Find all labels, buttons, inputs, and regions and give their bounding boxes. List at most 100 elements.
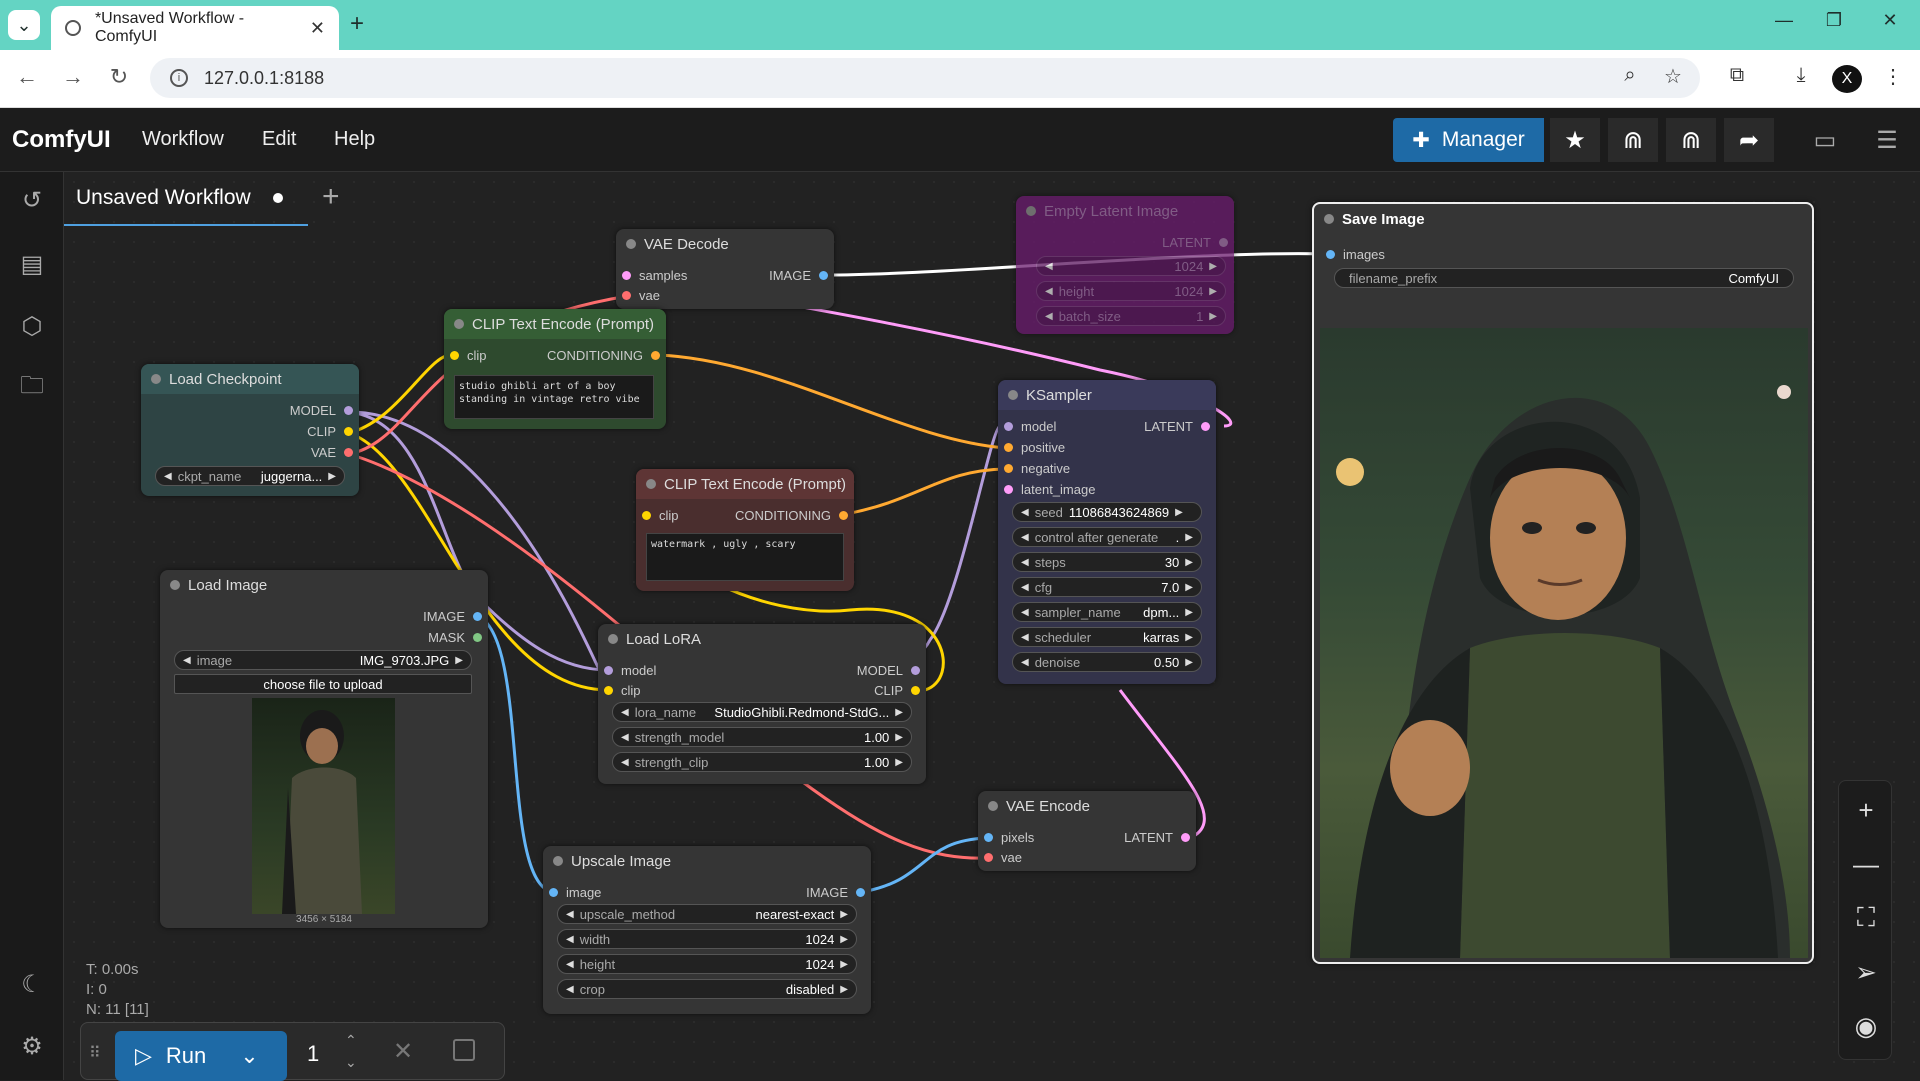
widget-filename-prefix[interactable]: filename_prefix ComfyUI: [1334, 268, 1794, 288]
widget-image[interactable]: ◀ image IMG_9703.JPG ▶: [174, 650, 472, 670]
close-window-icon[interactable]: ✕: [1870, 10, 1910, 31]
settings-gear-icon[interactable]: ⚙: [16, 1030, 48, 1062]
model-library-icon[interactable]: ⬡: [16, 310, 48, 342]
restore-icon[interactable]: ❐: [1814, 10, 1854, 31]
panel-toggle-icon[interactable]: ▭: [1800, 118, 1850, 162]
folder-icon[interactable]: 🗀: [16, 372, 48, 404]
prompt-textarea[interactable]: studio ghibli art of a boy standing in v…: [454, 375, 654, 419]
add-workflow-icon[interactable]: +: [322, 180, 340, 214]
node-load-lora[interactable]: Load LoRA model clip MODEL CLIP ◀ lora_na…: [598, 624, 926, 784]
output-image[interactable]: IMAGE: [423, 608, 482, 624]
output-clip[interactable]: CLIP: [874, 682, 920, 698]
output-latent[interactable]: LATENT: [1162, 234, 1228, 250]
zoom-icon[interactable]: ⌕: [1615, 64, 1645, 87]
browser-tab[interactable]: *Unsaved Workflow - ComfyUI ✕: [51, 6, 339, 50]
input-vae[interactable]: vae: [622, 287, 660, 303]
manager-button[interactable]: ✚ Manager: [1393, 118, 1544, 162]
node-vae-decode[interactable]: VAE Decode samples vae IMAGE: [616, 229, 834, 309]
input-vae[interactable]: vae: [984, 849, 1022, 865]
widget-cfg[interactable]: ◀ cfg 7.0 ▶: [1012, 577, 1202, 597]
widget-height[interactable]: ◀ height 1024 ▶: [557, 954, 857, 974]
run-button[interactable]: ▷ Run ⌄: [115, 1031, 287, 1081]
minimize-icon[interactable]: —: [1764, 10, 1804, 31]
output-conditioning[interactable]: CONDITIONING: [547, 347, 660, 363]
model-alt-icon[interactable]: ⋒: [1666, 118, 1716, 162]
widget-height[interactable]: ◀ height 1024 ▶: [1036, 281, 1226, 301]
extensions-icon[interactable]: ⧉: [1722, 64, 1752, 87]
output-image[interactable]: IMAGE: [769, 267, 828, 283]
tab-search-icon[interactable]: ⌄: [8, 10, 40, 40]
node-ksampler[interactable]: KSampler model positive negative latent_…: [998, 380, 1216, 684]
batch-count-input[interactable]: 1: [307, 1041, 319, 1067]
input-positive[interactable]: positive: [1004, 439, 1065, 455]
new-tab-icon[interactable]: +: [350, 10, 364, 38]
input-negative[interactable]: negative: [1004, 460, 1070, 476]
zoom-out-icon[interactable]: —: [1839, 839, 1893, 889]
star-icon[interactable]: ★: [1550, 118, 1600, 162]
widget-control-after-generate[interactable]: ◀ control after generate. ▶: [1012, 527, 1202, 547]
output-model[interactable]: MODEL: [857, 662, 920, 678]
input-clip[interactable]: clip: [450, 347, 487, 363]
queue-icon[interactable]: ▤: [16, 248, 48, 280]
fit-view-icon[interactable]: ⛶: [1839, 893, 1893, 943]
input-image[interactable]: image: [549, 884, 601, 900]
widget-lora-name[interactable]: ◀ lora_name StudioGhibli.Redmond-StdG... ▶: [612, 702, 912, 722]
navigate-icon[interactable]: ➢: [1839, 947, 1893, 997]
input-images[interactable]: images: [1326, 246, 1385, 262]
node-upscale-image[interactable]: Upscale Image image IMAGE ◀ upscale_metho…: [543, 846, 871, 1014]
output-vae[interactable]: VAE: [311, 444, 353, 460]
widget-crop[interactable]: ◀ crop disabled ▶: [557, 979, 857, 999]
bookmark-star-icon[interactable]: ☆: [1658, 64, 1688, 89]
workflow-tab[interactable]: Unsaved Workflow: [64, 172, 308, 226]
input-model[interactable]: model: [604, 662, 656, 678]
cancel-icon[interactable]: ✕: [393, 1037, 413, 1066]
run-dropdown-chevron-icon[interactable]: ⌄: [240, 1043, 258, 1069]
widget-strength-clip[interactable]: ◀ strength_clip 1.00 ▶: [612, 752, 912, 772]
widget-upscale-method[interactable]: ◀ upscale_method nearest-exact ▶: [557, 904, 857, 924]
node-load-image[interactable]: Load Image IMAGE MASK ◀ image IMG_9703.JPG…: [160, 570, 488, 928]
node-vae-encode[interactable]: VAE Encode pixels vae LATENT: [978, 791, 1196, 871]
widget-seed[interactable]: ◀ seed 11086843624869 ▶: [1012, 502, 1202, 522]
reload-icon[interactable]: ↻: [104, 64, 134, 90]
output-mask[interactable]: MASK: [428, 629, 482, 645]
zoom-in-icon[interactable]: +: [1839, 785, 1893, 835]
input-clip[interactable]: clip: [604, 682, 641, 698]
drag-handle-icon[interactable]: ⠿: [89, 1043, 101, 1063]
node-clip-text-encode-negative[interactable]: CLIP Text Encode (Prompt) clip CONDITION…: [636, 469, 854, 591]
forward-icon[interactable]: →: [58, 64, 88, 90]
node-load-checkpoint[interactable]: Load Checkpoint MODEL CLIP VAE ◀ ckpt_nam…: [141, 364, 359, 496]
output-clip[interactable]: CLIP: [307, 423, 353, 439]
widget-width[interactable]: ◀ width 1024 ▶: [557, 929, 857, 949]
negative-prompt-textarea[interactable]: watermark , ugly , scary: [646, 533, 844, 581]
widget-steps[interactable]: ◀ steps 30 ▶: [1012, 552, 1202, 572]
widget-scheduler[interactable]: ◀ scheduler karras ▶: [1012, 627, 1202, 647]
batch-stepper[interactable]: ⌃ ⌄: [345, 1029, 357, 1073]
output-conditioning[interactable]: CONDITIONING: [735, 507, 848, 523]
output-latent[interactable]: LATENT: [1144, 418, 1210, 434]
menu-help[interactable]: Help: [334, 128, 375, 151]
menu-edit[interactable]: Edit: [262, 128, 296, 151]
stop-icon[interactable]: [453, 1039, 475, 1061]
node-clip-text-encode-positive[interactable]: CLIP Text Encode (Prompt) clip CONDITION…: [444, 309, 666, 429]
input-samples[interactable]: samples: [622, 267, 687, 283]
site-info-icon[interactable]: i: [170, 69, 188, 87]
browser-menu-icon[interactable]: ⋮: [1878, 64, 1908, 89]
output-image[interactable]: IMAGE: [806, 884, 865, 900]
profile-avatar[interactable]: X: [1832, 65, 1862, 93]
back-icon[interactable]: ←: [12, 64, 42, 90]
widget-ckpt-name[interactable]: ◀ ckpt_name juggerna... ▶: [155, 466, 345, 486]
input-clip[interactable]: clip: [642, 507, 679, 523]
widget-batch-size[interactable]: ◀ batch_size 1 ▶: [1036, 306, 1226, 326]
url-field[interactable]: i 127.0.0.1:8188: [150, 58, 1700, 98]
output-latent[interactable]: LATENT: [1124, 829, 1190, 845]
hamburger-icon[interactable]: ☰: [1862, 118, 1912, 162]
input-latent-image[interactable]: latent_image: [1004, 481, 1095, 497]
theme-moon-icon[interactable]: ☾: [16, 968, 48, 1000]
model-icon[interactable]: ⋒: [1608, 118, 1658, 162]
menu-workflow[interactable]: Workflow: [142, 128, 224, 151]
share-icon[interactable]: ➦: [1724, 118, 1774, 162]
toggle-links-eye-icon[interactable]: ◉: [1839, 1001, 1893, 1051]
download-icon[interactable]: ⤓: [1786, 64, 1816, 87]
widget-denoise[interactable]: ◀ denoise 0.50 ▶: [1012, 652, 1202, 672]
input-pixels[interactable]: pixels: [984, 829, 1034, 845]
